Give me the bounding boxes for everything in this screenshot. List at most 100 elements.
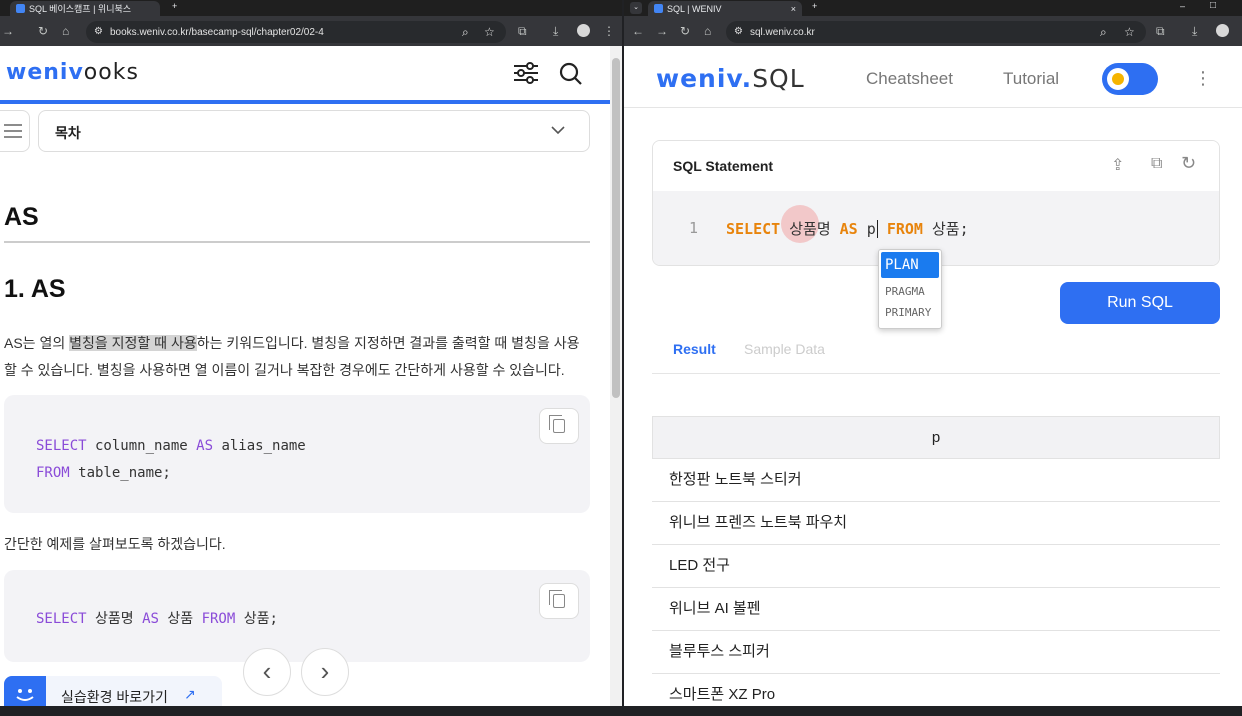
copy-icon — [549, 415, 565, 433]
copy-code-button[interactable] — [539, 408, 579, 444]
autocomplete-item[interactable]: PRIMARY — [879, 303, 941, 326]
extensions-icon[interactable]: ⧉ — [518, 24, 527, 38]
maximize-icon[interactable]: □ — [1210, 0, 1216, 11]
forward-icon[interactable]: → — [2, 24, 14, 38]
autocomplete-item[interactable]: PRAGMA — [879, 280, 941, 303]
sql-header: weniv.SQL Cheatsheet Tutorial ⋮ — [624, 46, 1242, 108]
reload-icon[interactable]: ↻ — [680, 24, 690, 38]
weniv-sql-logo[interactable]: weniv.SQL — [656, 64, 805, 93]
download-icon[interactable]: ⤓ — [1192, 24, 1197, 38]
bookmark-star-icon[interactable]: ☆ — [484, 25, 495, 39]
minimize-icon[interactable]: – — [1180, 1, 1185, 11]
as-paragraph: AS는 열의 별칭을 지정할 때 사용하는 키워드입니다. 별칭을 지정하면 결… — [4, 330, 604, 384]
weniv-favicon — [16, 4, 25, 13]
scrollbar-thumb[interactable] — [612, 58, 620, 398]
next-page-button[interactable]: › — [301, 648, 349, 696]
new-tab-icon[interactable]: + — [812, 1, 817, 11]
panel-title: SQL Statement — [673, 158, 774, 174]
reset-icon[interactable]: ↻ — [1181, 153, 1196, 174]
search-icon[interactable] — [558, 61, 584, 87]
code-keyword: AS — [142, 611, 159, 627]
forward-icon[interactable]: → — [656, 24, 668, 38]
autocomplete-item-selected[interactable]: PLAN — [881, 252, 939, 278]
right-active-tab[interactable]: SQL | WENIV × — [648, 1, 802, 16]
left-browser-window: SQL 베이스캠프 | 위니북스 + → ↻ ⌂ ⚙ books.weniv.c… — [0, 0, 622, 706]
practice-link[interactable]: 실습환경 바로가기 ↗ — [4, 676, 222, 706]
sql-keyword: SELECT — [726, 220, 781, 238]
table-row: 한정판 노트북 스티커 — [652, 459, 1220, 502]
left-address-bar[interactable]: ⚙ books.weniv.co.kr/basecamp-sql/chapter… — [86, 21, 506, 43]
para-highlighted: 별칭을 지정할 때 사용 — [69, 335, 197, 351]
code-text: column_name — [86, 438, 197, 454]
download-icon[interactable]: ⤓ — [553, 24, 558, 38]
prev-page-button[interactable]: ‹ — [243, 648, 291, 696]
sql-text: 상품; — [931, 220, 969, 238]
code-keyword: FROM — [36, 465, 70, 481]
sql-keyword: FROM — [886, 220, 923, 238]
weniv-smile-icon — [4, 676, 46, 706]
weniv-books-logo[interactable]: wenivooks — [6, 60, 139, 85]
autocomplete-popup: PLAN PRAGMA PRIMARY — [878, 249, 942, 329]
toggle-knob — [1107, 68, 1129, 90]
profile-avatar[interactable] — [577, 24, 590, 37]
table-row: 위니브 AI 볼펜 — [652, 588, 1220, 631]
tab-sample-data[interactable]: Sample Data — [744, 341, 825, 357]
home-icon[interactable]: ⌂ — [704, 24, 711, 38]
bookmark-star-icon[interactable]: ☆ — [1124, 25, 1135, 39]
left-url: books.weniv.co.kr/basecamp-sql/chapter02… — [110, 26, 324, 38]
extensions-icon[interactable]: ⧉ — [1156, 24, 1165, 38]
code-text: table_name; — [69, 465, 171, 481]
toc-label: 목차 — [55, 125, 81, 141]
tab-result[interactable]: Result — [673, 341, 716, 357]
copy-code-button[interactable] — [539, 583, 579, 619]
run-sql-button[interactable]: Run SQL — [1060, 282, 1220, 324]
back-icon[interactable]: ← — [632, 24, 644, 38]
title-divider — [4, 241, 590, 243]
new-tab-icon[interactable]: + — [172, 1, 177, 11]
more-menu-icon[interactable]: ⋮ — [1194, 68, 1212, 89]
copy-icon — [549, 590, 565, 608]
code-keyword: FROM — [201, 611, 236, 627]
site-info-icon[interactable]: ⚙ — [94, 25, 103, 39]
zoom-icon[interactable]: ⌕ — [462, 25, 469, 39]
theme-toggle[interactable] — [1102, 63, 1158, 95]
hamburger-menu-button[interactable] — [0, 110, 30, 152]
panel-header: SQL Statement ⇪ ⧉ ↻ — [653, 141, 1219, 191]
code-block-syntax: SELECT column_name AS alias_name FROM ta… — [4, 395, 590, 513]
menu-dots-icon[interactable]: ⋮ — [603, 24, 615, 38]
table-row: 블루투스 스피커 — [652, 631, 1220, 674]
upload-icon[interactable]: ⇪ — [1111, 155, 1124, 175]
home-icon[interactable]: ⌂ — [62, 24, 69, 38]
site-info-icon[interactable]: ⚙ — [734, 25, 743, 39]
code-block-example: SELECT 상품명 AS 상품 FROM 상품; — [4, 570, 590, 662]
zoom-icon[interactable]: ⌕ — [1100, 25, 1107, 39]
right-tab-title: SQL | WENIV — [667, 3, 722, 14]
close-tab-icon[interactable]: × — [791, 4, 796, 14]
code-keyword: SELECT — [36, 611, 87, 627]
left-active-tab[interactable]: SQL 베이스캠프 | 위니북스 — [10, 1, 160, 16]
table-row: 스마트폰 XZ Pro — [669, 686, 776, 703]
left-toolbar: → ↻ ⌂ ⚙ books.weniv.co.kr/basecamp-sql/c… — [0, 16, 622, 46]
profile-avatar[interactable] — [1216, 24, 1229, 37]
code-syntax-text: SELECT column_name AS alias_name FROM ta… — [36, 433, 306, 487]
right-address-bar[interactable]: ⚙ sql.weniv.co.kr ⌕ ☆ — [726, 21, 1146, 43]
external-arrow-icon: ↗ — [184, 686, 196, 702]
toc-dropdown[interactable]: 목차 — [38, 110, 590, 152]
page-scrollbar[interactable] — [610, 46, 622, 706]
result-table-header: p — [652, 416, 1220, 459]
reload-icon[interactable]: ↻ — [38, 24, 48, 38]
nav-tutorial[interactable]: Tutorial — [1003, 69, 1059, 89]
settings-sliders-icon[interactable] — [513, 62, 539, 84]
right-url: sql.weniv.co.kr — [750, 26, 815, 38]
tab-search-icon[interactable]: ⌄ — [630, 2, 642, 14]
nav-cheatsheet[interactable]: Cheatsheet — [866, 69, 953, 89]
hamburger-icon — [4, 124, 22, 138]
code-keyword: AS — [196, 438, 214, 454]
para-rest: 하는 키워드입니다. 별칭을 지정하면 결과를 출력할 때 별칭을 사용 — [196, 335, 580, 351]
line-number: 1 — [689, 219, 699, 237]
logo-weniv: weniv. — [656, 64, 753, 93]
left-tab-strip: SQL 베이스캠프 | 위니북스 + — [0, 0, 622, 16]
copy-icon[interactable]: ⧉ — [1151, 155, 1162, 173]
chevron-down-icon — [551, 126, 565, 135]
para-line2: 할 수 있습니다. 별칭을 사용하면 열 이름이 길거나 복잡한 경우에도 간단… — [4, 362, 565, 378]
